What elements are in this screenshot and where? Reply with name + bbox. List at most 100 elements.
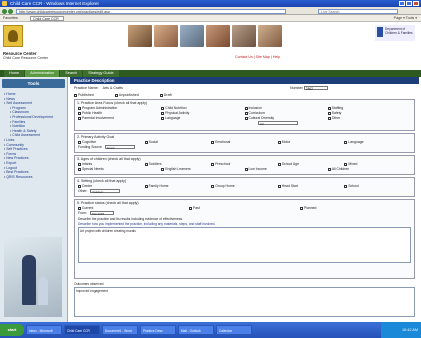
checkbox[interactable] [144, 140, 148, 144]
practice-area-option[interactable]: Cultural Diversity [244, 116, 328, 120]
checkbox[interactable] [211, 184, 215, 188]
practice-area-option[interactable]: Program Administration [78, 106, 161, 110]
system-tray-clock[interactable]: 10:42 AM [381, 322, 421, 338]
forward-icon[interactable] [8, 8, 13, 14]
setting-option[interactable]: School [344, 184, 411, 188]
checkbox[interactable] [327, 111, 331, 115]
taskbar-item[interactable]: Mail - Outlook [178, 325, 214, 335]
age-option[interactable]: School Age [277, 162, 345, 166]
checkbox[interactable] [277, 184, 281, 188]
tab-search[interactable]: Search [60, 70, 83, 77]
practice-area-option[interactable]: Staffing [327, 106, 411, 110]
practice-area-option[interactable]: Curriculum [244, 111, 328, 115]
setting-other-field[interactable]: Outdoor [90, 189, 121, 194]
taskbar-item[interactable]: Calendar [216, 325, 252, 335]
practice-area-option[interactable]: Parental Involvement [78, 116, 161, 120]
activity-goal-option[interactable]: Social [144, 140, 212, 144]
practice-status-option[interactable]: Past [189, 206, 300, 210]
practice-area-option[interactable]: Inclusion [244, 106, 328, 110]
checkbox[interactable] [327, 106, 331, 110]
minimize-icon[interactable] [399, 1, 405, 6]
checkbox[interactable] [78, 111, 81, 115]
practice-status-option[interactable]: Planned [300, 206, 411, 210]
population-option[interactable]: Special Needs [78, 167, 161, 171]
setting-option[interactable]: Center [78, 184, 145, 188]
outcomes-textarea[interactable]: Improved engagement [74, 287, 415, 317]
taskbar-item[interactable]: Child Care CCR [64, 325, 100, 335]
checkbox[interactable] [189, 206, 192, 210]
sidebar-item[interactable]: QRIS Resources [4, 175, 63, 180]
activity-goal-option[interactable]: Cognitive [78, 140, 145, 144]
taskbar-item[interactable]: Practice Desc [140, 325, 176, 335]
checkbox[interactable] [327, 116, 331, 120]
checkbox[interactable] [344, 140, 348, 144]
address-field[interactable]: http://www.childcareresourcecenter.org/p… [16, 8, 286, 14]
checkbox[interactable] [244, 116, 248, 120]
checkbox[interactable] [144, 162, 148, 166]
checkbox[interactable] [211, 140, 215, 144]
practice-area-option[interactable]: Public Health [78, 111, 161, 115]
number-field[interactable]: 2862 [303, 86, 328, 91]
checkbox[interactable] [78, 106, 81, 110]
setting-option[interactable]: Family Home [144, 184, 212, 188]
checkbox[interactable] [277, 162, 281, 166]
tab-strategy-guide[interactable]: Strategy Guide [83, 70, 119, 77]
practice-status-option[interactable]: Current [78, 206, 189, 210]
setting-option[interactable]: Group Home [211, 184, 278, 188]
status-radio[interactable] [74, 93, 77, 97]
checkbox[interactable] [78, 206, 81, 210]
activity-goal-option[interactable]: Language [344, 140, 411, 144]
checkbox[interactable] [78, 116, 81, 120]
other-field[interactable]: Art [258, 121, 298, 126]
page-tools-menu[interactable]: Page ▾ Tools ▾ [394, 15, 417, 22]
checkbox[interactable] [78, 184, 81, 188]
checkbox[interactable] [327, 167, 331, 171]
status-radio[interactable] [159, 93, 163, 97]
header-links[interactable]: Contact Us | Site Map | Help [235, 55, 280, 59]
activity-goal-option[interactable]: Motor [277, 140, 345, 144]
checkbox[interactable] [161, 111, 165, 115]
maximize-icon[interactable] [406, 1, 412, 6]
setting-option[interactable]: Head Start [277, 184, 345, 188]
department-logo[interactable]: Department of Children & Families [375, 25, 415, 41]
description-textarea[interactable]: Art project with children creating mural… [78, 227, 411, 264]
favorites-button[interactable]: Favorites [3, 15, 18, 22]
back-icon[interactable] [2, 8, 7, 14]
checkbox[interactable] [78, 140, 81, 144]
age-option[interactable]: Preschool [211, 162, 278, 166]
age-option[interactable]: Toddlers [144, 162, 212, 166]
start-button[interactable]: start [0, 324, 24, 336]
taskbar-item[interactable]: Inbox - Microsoft [26, 325, 62, 335]
from-field[interactable]: Fall 2007 [89, 211, 114, 216]
checkbox[interactable] [211, 162, 215, 166]
browser-tab[interactable]: Child Care CCR [30, 16, 64, 21]
age-option[interactable]: Mixed [344, 162, 411, 166]
checkbox[interactable] [300, 206, 303, 210]
practice-area-option[interactable]: Safety [327, 111, 411, 115]
search-input[interactable]: Live Search [318, 8, 398, 14]
checkbox[interactable] [161, 116, 165, 120]
tab-administration[interactable]: Administration [25, 70, 60, 77]
practice-area-option[interactable]: Other [327, 116, 411, 120]
practice-area-option[interactable]: Physical Activity [161, 111, 244, 115]
checkbox[interactable] [244, 167, 248, 171]
checkbox[interactable] [161, 167, 165, 171]
checkbox[interactable] [78, 167, 81, 171]
population-option[interactable]: All Children [327, 167, 411, 171]
checkbox[interactable] [277, 140, 281, 144]
activity-goal-option[interactable]: Emotional [211, 140, 278, 144]
age-option[interactable]: Infants [78, 162, 145, 166]
checkbox[interactable] [161, 106, 165, 110]
practice-area-option[interactable]: Language [161, 116, 244, 120]
taskbar-item[interactable]: Document1 - Word [102, 325, 138, 335]
funding-field[interactable]: Grant [104, 145, 135, 150]
close-icon[interactable] [413, 1, 419, 6]
population-option[interactable]: English Learners [161, 167, 244, 171]
checkbox[interactable] [244, 111, 248, 115]
site-logo[interactable] [3, 25, 23, 47]
tab-home[interactable]: Home [4, 70, 25, 77]
population-option[interactable]: Low Income [244, 167, 328, 171]
checkbox[interactable] [78, 162, 81, 166]
status-radio[interactable] [114, 93, 118, 97]
checkbox[interactable] [144, 184, 148, 188]
